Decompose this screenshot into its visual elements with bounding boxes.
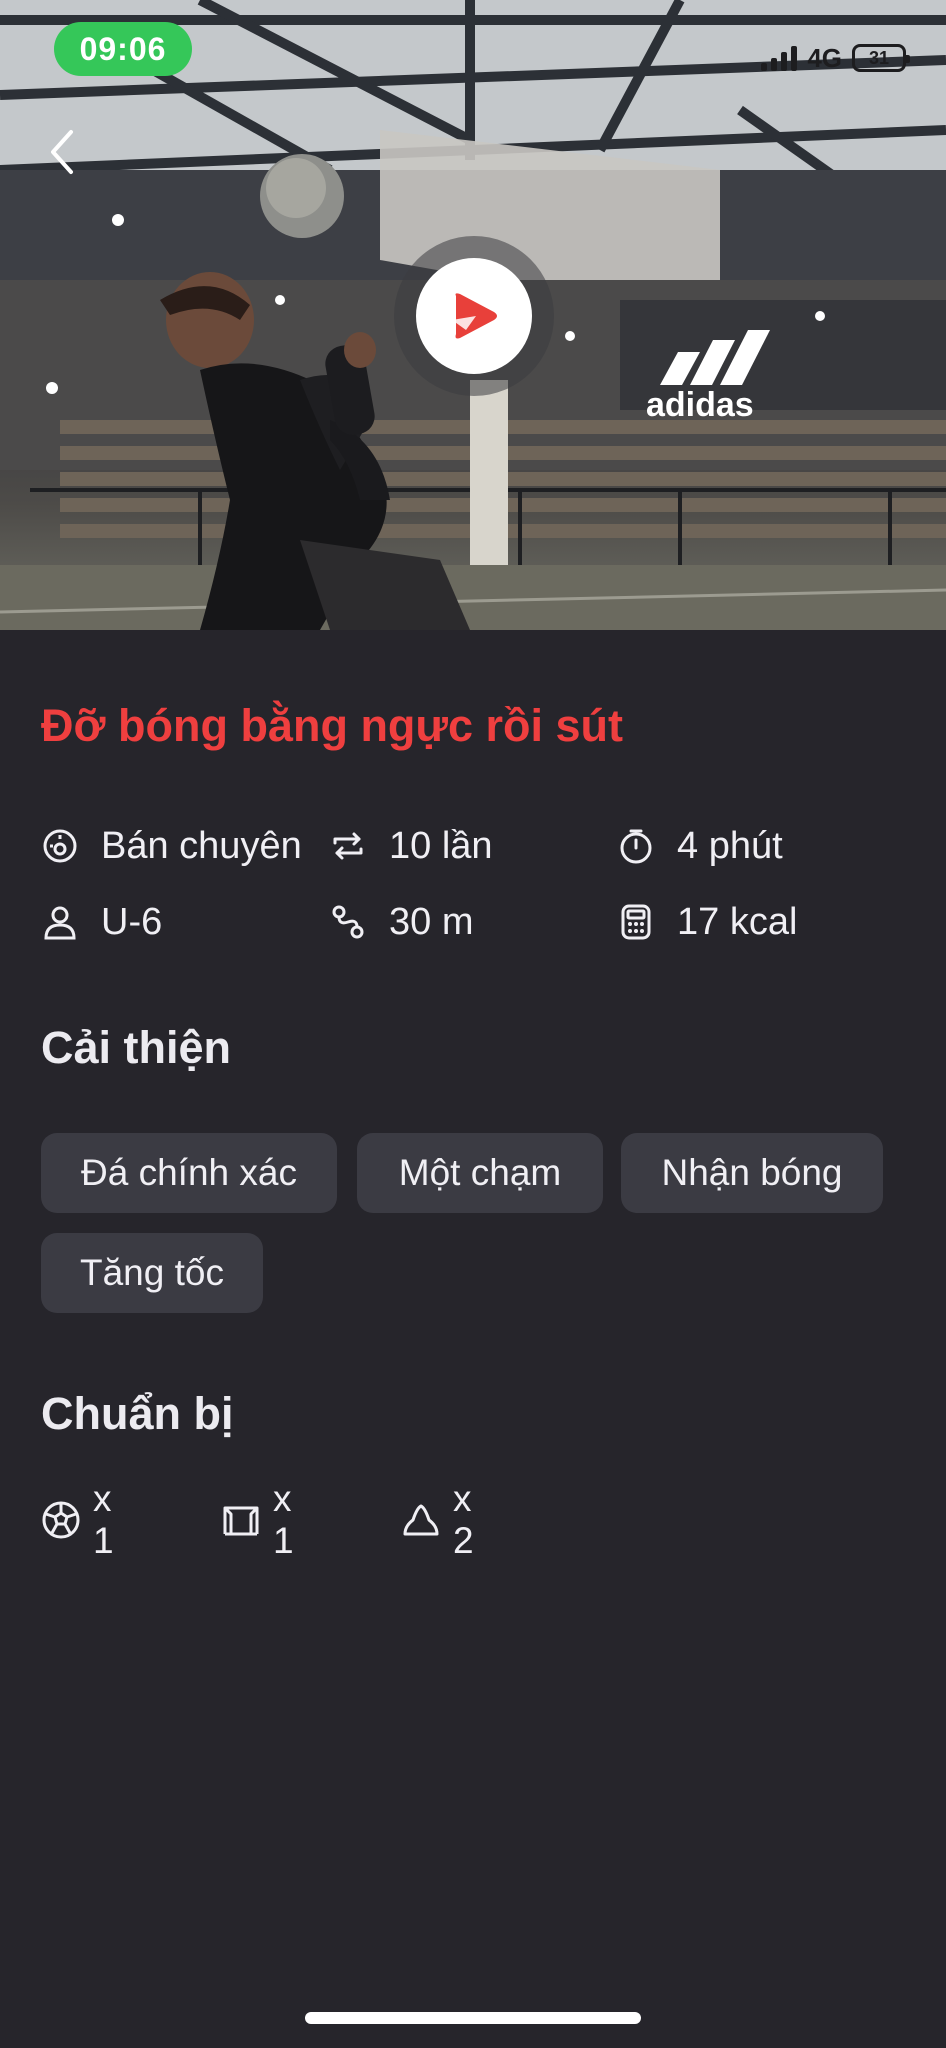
status-bar-indicators: 4G 31 bbox=[761, 40, 910, 76]
drill-video-thumbnail[interactable]: adidas 09:06 4G 31 bbox=[0, 0, 946, 630]
improve-section-title: Cải thiện bbox=[41, 1022, 232, 1073]
network-type: 4G bbox=[807, 42, 842, 73]
equipment-count: x 1 bbox=[93, 1478, 114, 1561]
skill-level-icon bbox=[41, 827, 79, 865]
equipment-item-goal: x 1 bbox=[221, 1478, 294, 1561]
stat-level-value: Bán chuyên bbox=[101, 824, 302, 867]
stat-calories: 17 kcal bbox=[617, 894, 797, 950]
calculator-icon bbox=[617, 903, 655, 941]
prepare-section-title: Chuẩn bị bbox=[41, 1388, 234, 1439]
stat-distance-value: 30 m bbox=[389, 900, 474, 943]
play-icon bbox=[452, 293, 497, 339]
battery-level: 31 bbox=[868, 47, 890, 68]
equipment-item-ball: x 1 bbox=[41, 1478, 114, 1561]
play-video-button[interactable] bbox=[394, 236, 554, 396]
repeat-icon bbox=[329, 827, 367, 865]
drill-title: Đỡ bóng bằng ngực rồi sút bbox=[41, 700, 624, 751]
battery-icon: 31 bbox=[852, 44, 910, 72]
skill-chip[interactable]: Đá chính xác bbox=[41, 1133, 337, 1213]
stat-age-group-value: U-6 bbox=[101, 900, 163, 943]
equipment-count: x 2 bbox=[453, 1478, 474, 1561]
stat-duration: 4 phút bbox=[617, 818, 783, 874]
skill-chip[interactable]: Nhận bóng bbox=[621, 1133, 883, 1213]
soccer-ball-icon bbox=[41, 1500, 81, 1540]
equipment-item-cone: x 2 bbox=[401, 1478, 474, 1561]
stat-duration-value: 4 phút bbox=[677, 824, 783, 867]
skill-chip[interactable]: Một chạm bbox=[357, 1133, 603, 1213]
cone-icon bbox=[401, 1500, 441, 1540]
person-icon bbox=[41, 903, 79, 941]
brand-text: adidas bbox=[646, 386, 754, 424]
route-distance-icon bbox=[329, 903, 367, 941]
stat-level: Bán chuyên bbox=[41, 818, 302, 874]
stat-distance: 30 m bbox=[329, 894, 473, 950]
equipment-count: x 1 bbox=[273, 1478, 294, 1561]
back-button[interactable] bbox=[40, 120, 84, 184]
status-bar-time: 09:06 bbox=[54, 22, 192, 76]
skill-chip[interactable]: Tăng tốc bbox=[41, 1233, 263, 1313]
stat-age-group: U-6 bbox=[41, 894, 162, 950]
chevron-left-icon bbox=[51, 130, 73, 174]
stat-reps: 10 lần bbox=[329, 818, 493, 874]
stat-calories-value: 17 kcal bbox=[677, 900, 798, 943]
cellular-signal-icon bbox=[761, 45, 798, 71]
goal-icon bbox=[221, 1500, 261, 1540]
play-button-circle bbox=[416, 258, 532, 374]
home-indicator[interactable] bbox=[305, 2012, 641, 2024]
stat-reps-value: 10 lần bbox=[389, 824, 493, 867]
timer-icon bbox=[617, 827, 655, 865]
